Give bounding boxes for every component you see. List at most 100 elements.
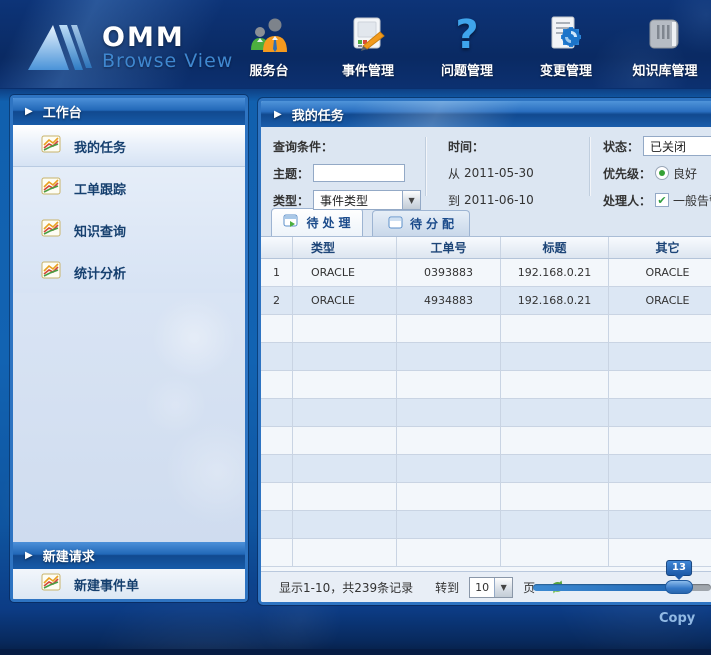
sidebar-item-label: 新建事件单: [74, 575, 139, 594]
table-row[interactable]: 2 ORACLE 4934883 192.168.0.21 ORACLE: [261, 287, 711, 315]
sidebar-item-order-tracking[interactable]: 工单跟踪: [13, 167, 245, 209]
main-panel-title: 我的任务: [292, 105, 344, 124]
nav-item-change-management[interactable]: 变更管理: [523, 14, 609, 79]
sidebar-item-new-event-ticket[interactable]: 新建事件单: [13, 569, 245, 599]
sidebar-item-my-tasks[interactable]: 我的任务: [13, 125, 245, 167]
sidebar: ▶ 工作台 我的任务: [10, 95, 248, 602]
table-row-empty: [261, 371, 711, 399]
order-no-cell: 4934883: [397, 287, 501, 314]
arrow-right-icon: ▶: [25, 550, 33, 561]
chart-icon: [41, 219, 61, 241]
check-icon: ✔: [657, 195, 666, 206]
logo-subtitle: Browse View: [102, 51, 233, 71]
column-header-other[interactable]: 其它: [609, 237, 711, 258]
page-slider-handle[interactable]: [665, 580, 693, 594]
type-cell: ORACLE: [293, 259, 397, 286]
tab-bar: 待处理 待分配: [261, 206, 711, 236]
title-cell: 192.168.0.21: [501, 259, 609, 286]
table-row-empty: [261, 343, 711, 371]
other-cell: ORACLE: [609, 259, 711, 286]
arrow-right-icon: ▶: [274, 109, 282, 120]
handler-checkbox[interactable]: ✔: [655, 193, 669, 207]
sidebar-section-title: 新建请求: [43, 546, 95, 565]
goto-label: 转到: [435, 579, 459, 596]
page-slider-track[interactable]: 13: [533, 584, 711, 591]
nav-label: 服务台: [249, 60, 288, 79]
nav-label: 知识库管理: [632, 60, 697, 79]
title-cell: 192.168.0.21: [501, 287, 609, 314]
main-panel: ▶ 我的任务 查询条件： 主题： 类型： 事件类型 ▼: [258, 98, 711, 605]
query-form: 查询条件： 主题： 类型： 事件类型 ▼ 时间： 从 2011-05-: [261, 127, 711, 206]
table-row-empty: [261, 483, 711, 511]
main-panel-header: ▶ 我的任务: [261, 101, 711, 127]
type-label: 类型：: [273, 192, 309, 209]
sidebar-item-label: 知识查询: [74, 221, 126, 240]
change-document-gear-icon: [545, 14, 587, 56]
tab-label: 待分配: [410, 215, 458, 232]
copyright-text: Copy: [659, 611, 695, 626]
results-table: 类型 工单号 标题 其它 1 ORACLE 0393883 192.168.0.…: [261, 236, 711, 571]
window-icon: [388, 216, 403, 232]
table-row-empty: [261, 455, 711, 483]
type-cell: ORACLE: [293, 287, 397, 314]
column-header-title[interactable]: 标题: [501, 237, 609, 258]
time-label: 时间：: [448, 138, 484, 155]
page-select[interactable]: 10 ▼: [469, 577, 513, 598]
sidebar-section-title: 工作台: [43, 102, 82, 121]
question-mark-icon: ?: [455, 14, 478, 56]
top-navbar: OMM Browse View 服务台: [0, 0, 711, 89]
tab-label: 待处理: [306, 214, 354, 231]
handler-label: 处理人：: [603, 192, 651, 209]
row-number-header: [261, 237, 293, 258]
from-label: 从: [448, 165, 460, 182]
table-row-empty: [261, 315, 711, 343]
column-header-type[interactable]: 类型: [293, 237, 397, 258]
nav-item-knowledge-base[interactable]: 知识库管理: [622, 14, 708, 79]
order-no-cell: 0393883: [397, 259, 501, 286]
priority-label: 优先级：: [603, 165, 651, 182]
table-row-empty: [261, 399, 711, 427]
tab-pending[interactable]: 待处理: [271, 208, 363, 236]
record-summary: 显示1-10，共239条记录: [279, 579, 413, 596]
table-row[interactable]: 1 ORACLE 0393883 192.168.0.21 ORACLE: [261, 259, 711, 287]
sidebar-item-knowledge-query[interactable]: 知识查询: [13, 209, 245, 251]
radio-dot-icon: [659, 170, 665, 176]
nav-item-problem-management[interactable]: ? 问题管理: [424, 14, 510, 79]
status-select[interactable]: 已关闭: [643, 136, 711, 156]
divider: [425, 137, 427, 196]
subject-input[interactable]: [313, 164, 405, 182]
main-menu: 服务台 事件管理 ?: [226, 14, 708, 79]
sidebar-item-label: 统计分析: [74, 263, 126, 282]
sidebar-section-new-request-header[interactable]: ▶ 新建请求: [13, 542, 245, 569]
other-cell: ORACLE: [609, 287, 711, 314]
subject-label: 主题：: [273, 165, 309, 182]
sidebar-item-statistics[interactable]: 统计分析: [13, 251, 245, 293]
query-conditions-label: 查询条件：: [273, 138, 333, 155]
tab-to-assign[interactable]: 待分配: [372, 210, 470, 236]
table-row-empty: [261, 539, 711, 567]
to-label: 到: [448, 192, 460, 209]
to-date-value: 2011-06-10: [464, 193, 534, 207]
priority-value: 良好: [673, 165, 697, 182]
app-logo: OMM Browse View: [26, 20, 233, 76]
handler-value: 一般告警: [673, 192, 711, 209]
chart-icon: [41, 135, 61, 157]
nav-label: 问题管理: [441, 60, 493, 79]
column-header-order-no[interactable]: 工单号: [397, 237, 501, 258]
priority-radio[interactable]: [655, 166, 669, 180]
chevron-down-icon: ▼: [494, 578, 512, 597]
nav-item-service-desk[interactable]: 服务台: [226, 14, 312, 79]
table-header-row: 类型 工单号 标题 其它: [261, 237, 711, 259]
logo-triangle-icon: [26, 20, 92, 76]
chevron-down-icon[interactable]: ▼: [402, 191, 420, 209]
arrow-right-icon: ▶: [25, 106, 33, 117]
sidebar-item-label: 工单跟踪: [74, 179, 126, 198]
nav-item-event-management[interactable]: 事件管理: [325, 14, 411, 79]
from-date-value: 2011-05-30: [464, 166, 534, 180]
type-select[interactable]: 事件类型 ▼: [313, 190, 421, 210]
table-row-empty: [261, 511, 711, 539]
sidebar-section-workbench-header[interactable]: ▶ 工作台: [13, 98, 245, 125]
helpdesk-people-icon: [246, 14, 292, 56]
table-row-empty: [261, 427, 711, 455]
pagination-bar: 显示1-10，共239条记录 转到 10 ▼ 页 13: [261, 571, 711, 602]
